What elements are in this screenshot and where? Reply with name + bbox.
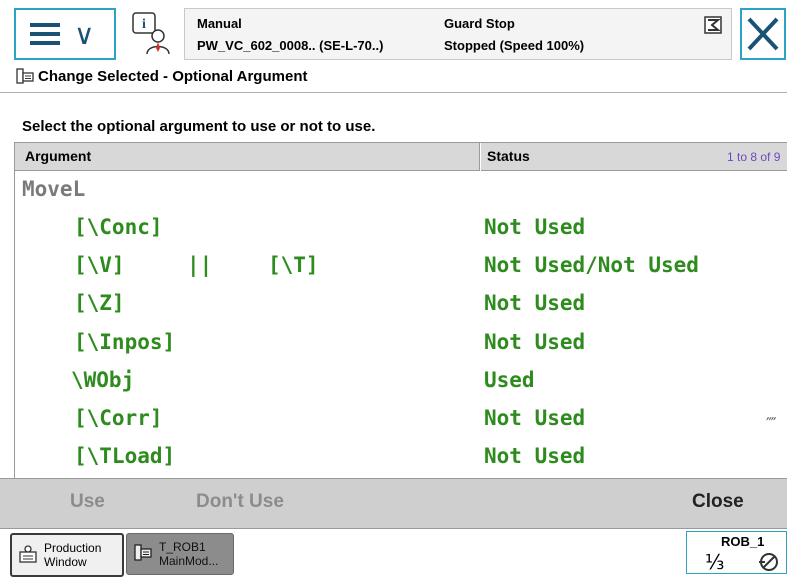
instruction-text: Select the optional argument to use or n…: [22, 118, 376, 135]
table-row[interactable]: \WObj Used: [15, 368, 787, 404]
table-row[interactable]: [\Conc] Not Used: [15, 215, 787, 251]
program-editor-icon: [133, 543, 153, 563]
page-range: 1 to 8 of 9: [727, 150, 781, 164]
task-bar: Production Window T_ROB1 MainMod...: [0, 528, 787, 577]
argument-name: [\V]: [74, 253, 125, 277]
instruction-name: MoveL: [22, 177, 86, 201]
program-editor-task[interactable]: T_ROB1 MainMod...: [126, 533, 234, 575]
operating-mode: Manual: [197, 16, 242, 31]
close-icon: [747, 17, 779, 51]
argument-status: Not Used/Not Used: [484, 253, 699, 277]
close-button[interactable]: Close: [692, 491, 744, 513]
argument-name: [\TLoad]: [74, 444, 176, 468]
top-bar: ∨ i Manual PW_VC_602_0008.. (SE-L-70..) …: [0, 0, 787, 64]
menu-icon-bar: [30, 41, 60, 45]
safety-state: Guard Stop: [444, 16, 515, 31]
chevron-down-icon: ∨: [74, 18, 95, 51]
robot-name: ROB_1: [721, 534, 765, 549]
argument-name-alt: [\T]: [268, 253, 319, 277]
close-window-button[interactable]: [740, 8, 786, 60]
title-divider: [0, 92, 787, 93]
window-icon: [16, 67, 34, 85]
production-label-line1: Production: [44, 541, 102, 555]
svg-text:i: i: [142, 17, 146, 32]
use-button[interactable]: Use: [70, 491, 105, 513]
production-window-task[interactable]: Production Window: [10, 533, 124, 577]
abb-menu-button[interactable]: ∨: [14, 8, 116, 60]
dont-use-button[interactable]: Don't Use: [196, 491, 284, 513]
column-header-status-label: Status: [487, 148, 530, 164]
task-fraction: ⅓: [705, 550, 725, 574]
task-label-line2: MainMod...: [159, 554, 219, 568]
robot-icon: [757, 550, 785, 572]
argument-name: [\Z]: [74, 291, 125, 315]
table-row[interactable]: [\Inpos] Not Used: [15, 330, 787, 366]
table-row[interactable]: [\Z] Not Used: [15, 291, 787, 327]
task-label-line1: T_ROB1: [159, 540, 206, 554]
run-state: Stopped (Speed 100%): [444, 38, 585, 53]
program-icon: [704, 16, 722, 34]
info-icon[interactable]: i: [128, 10, 176, 58]
table-row[interactable]: [\V] || [\T] Not Used/Not Used: [15, 253, 787, 289]
argument-name: [\Inpos]: [74, 330, 176, 354]
menu-icon: [30, 23, 60, 27]
argument-table: Argument Status 1 to 8 of 9 MoveL [\Conc…: [14, 142, 787, 478]
argument-status: Not Used: [484, 330, 586, 354]
status-panel[interactable]: Manual PW_VC_602_0008.. (SE-L-70..) Guar…: [184, 8, 732, 60]
system-name: PW_VC_602_0008.. (SE-L-70..): [197, 38, 384, 53]
argument-separator: ||: [187, 253, 213, 277]
window-title: Change Selected - Optional Argument: [38, 68, 308, 85]
column-header-argument[interactable]: Argument: [15, 143, 480, 171]
argument-status: Used: [484, 368, 535, 392]
table-row[interactable]: [\TLoad] Not Used: [15, 444, 787, 478]
quickset-robot-status[interactable]: ROB_1 ⅓: [686, 531, 787, 574]
argument-status: Not Used: [484, 406, 586, 430]
argument-status: Not Used: [484, 215, 586, 239]
argument-status: Not Used: [484, 444, 586, 468]
argument-name: [\Corr]: [74, 406, 163, 430]
scroll-indicator-icon[interactable]: ⁗: [766, 414, 777, 434]
production-icon: [18, 544, 38, 564]
table-row[interactable]: [\Corr] Not Used: [15, 406, 787, 442]
argument-name: [\Conc]: [74, 215, 163, 239]
argument-name: \WObj: [71, 368, 135, 392]
menu-icon-bar: [30, 32, 60, 36]
production-label-line2: Window: [44, 555, 87, 569]
action-bar: Use Don't Use Close: [0, 478, 787, 528]
argument-status: Not Used: [484, 291, 586, 315]
